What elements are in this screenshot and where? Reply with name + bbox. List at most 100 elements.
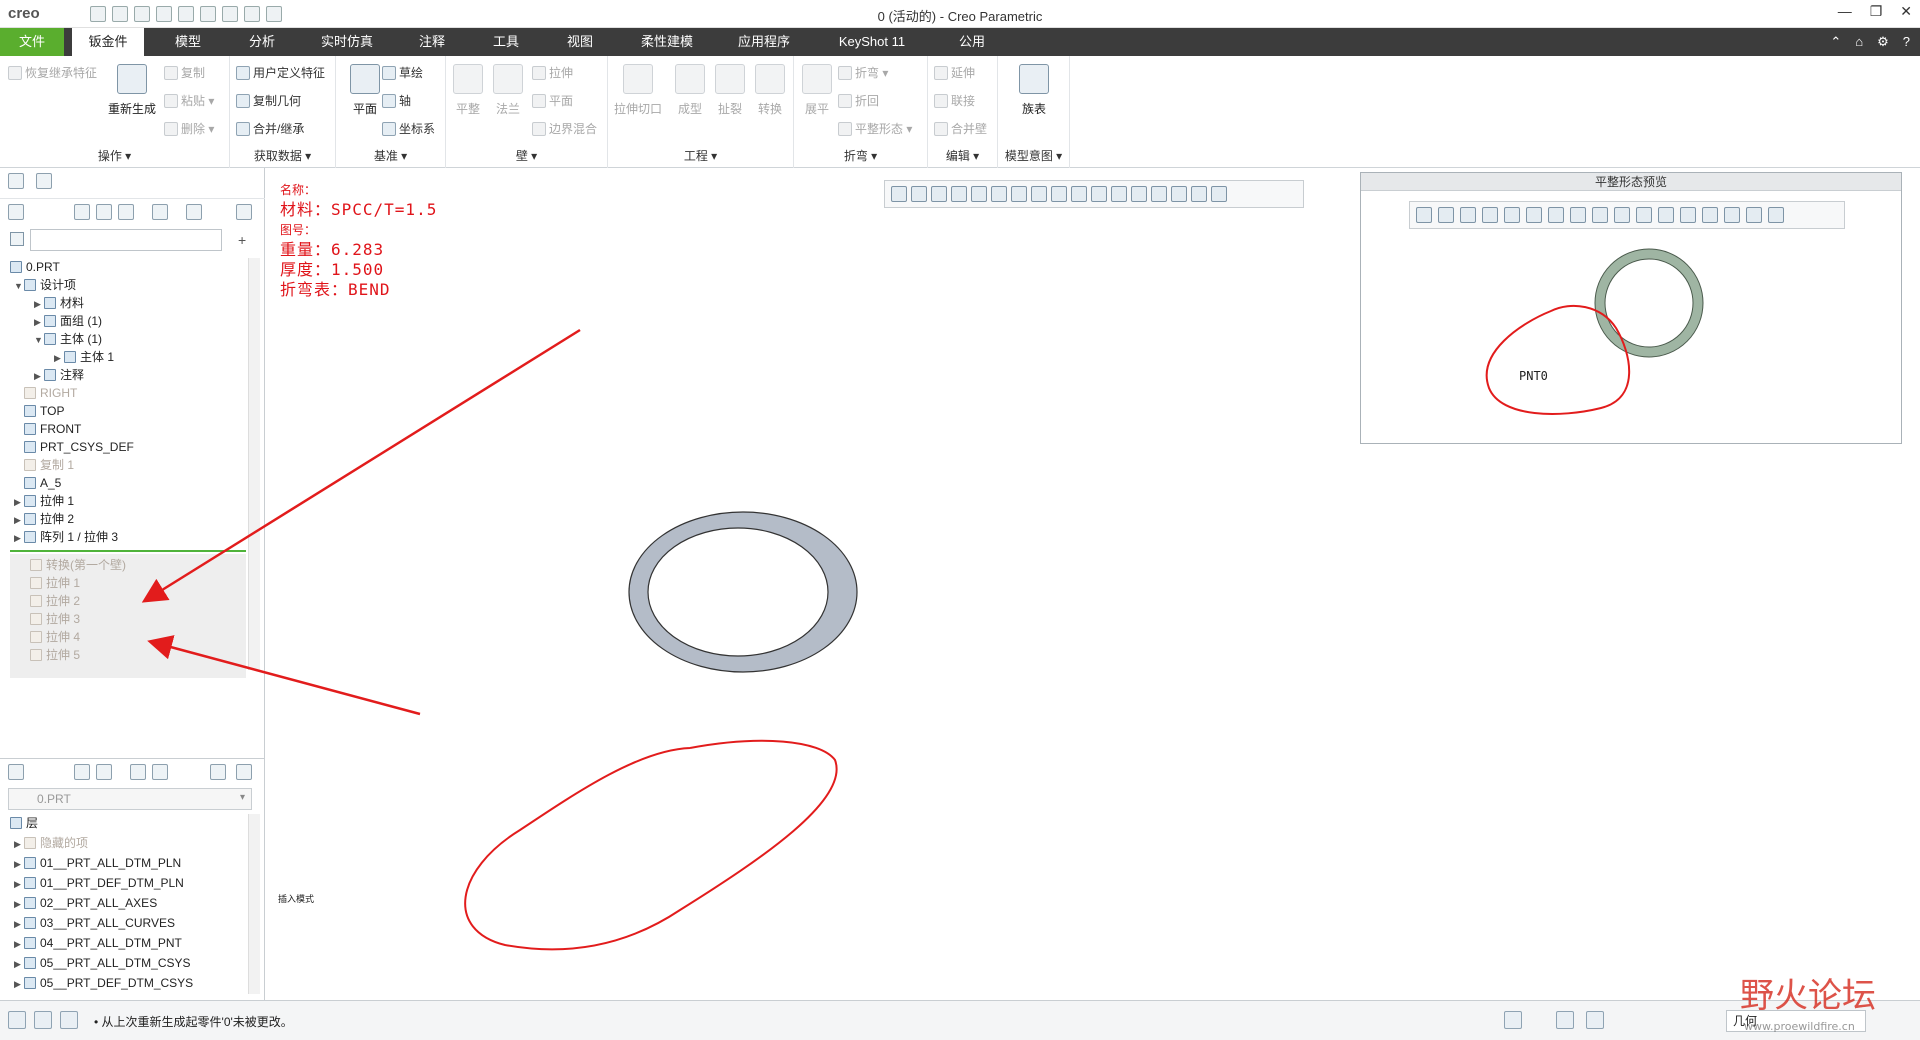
layer-show-icon[interactable] — [210, 764, 226, 780]
expand-icon[interactable]: ▶ — [14, 895, 24, 913]
tree-item-convert[interactable]: 转换(第一个壁) — [30, 556, 126, 574]
tab-common[interactable]: 公用 — [936, 28, 1008, 56]
refit-icon[interactable] — [891, 186, 907, 202]
convert-button[interactable]: 转换 — [750, 64, 790, 117]
zoom-in-icon[interactable] — [911, 186, 927, 202]
tree-filter-icon[interactable] — [74, 204, 90, 220]
layer-list-icon[interactable] — [74, 764, 90, 780]
axis-display-icon[interactable] — [1091, 186, 1107, 202]
expand-icon[interactable]: ▶ — [14, 915, 24, 933]
help-icon[interactable]: ? — [1903, 34, 1910, 50]
group-label-model-intent[interactable]: 模型意图 ▾ — [998, 147, 1069, 164]
tree-item-csys[interactable]: PRT_CSYS_DEF — [24, 438, 134, 456]
collapse-icon[interactable]: ▼ — [34, 331, 44, 349]
form-button[interactable]: 成型 — [670, 64, 710, 117]
tab-flexible-modeling[interactable]: 柔性建模 — [624, 28, 710, 56]
regen-status-icon[interactable] — [1504, 1011, 1522, 1029]
planar-wall-button[interactable]: 平整 — [448, 64, 488, 117]
display-style-icon[interactable] — [971, 186, 987, 202]
tree-item-material[interactable]: ▶ 材料 — [34, 294, 84, 312]
layer-scrollbar[interactable] — [248, 814, 260, 994]
bend-back-button[interactable]: 折回 — [838, 92, 879, 109]
tab-tools[interactable]: 工具 — [470, 28, 542, 56]
zoom-out-icon[interactable] — [931, 186, 947, 202]
copy-geometry-button[interactable]: 复制几何 — [236, 92, 301, 109]
sketch-button[interactable]: 草绘 — [382, 64, 423, 81]
add-filter-icon[interactable]: + — [238, 232, 246, 248]
settings-dropdown-icon[interactable] — [186, 204, 202, 220]
layer-item[interactable]: ▶ 04__PRT_ALL_DTM_PNT — [14, 934, 182, 952]
layer-item[interactable]: ▶ 01__PRT_DEF_DTM_PLN — [14, 874, 184, 892]
pause-icon[interactable] — [1191, 186, 1207, 202]
insert-here-line[interactable] — [10, 550, 246, 552]
tree-item-axis[interactable]: A_5 — [24, 474, 61, 492]
layer-item[interactable]: ▶ 05__PRT_DEF_DTM_CSYS — [14, 974, 193, 992]
layer-item[interactable]: ▶ 03__PRT_ALL_CURVES — [14, 914, 175, 932]
settings-icon[interactable]: ⚙ — [1877, 34, 1889, 50]
merge-walls-button[interactable]: 合并壁 — [934, 120, 987, 137]
group-label-get-data[interactable]: 获取数据 ▾ — [230, 147, 335, 164]
layers-menu-icon[interactable] — [8, 764, 24, 780]
group-label-wall[interactable]: 壁 ▾ — [446, 147, 607, 164]
tree-item-extrude-after-1[interactable]: 拉伸 1 — [30, 574, 80, 592]
close-button[interactable]: ✕ — [1900, 3, 1912, 20]
tree-root[interactable]: 0.PRT — [10, 258, 60, 276]
expand-icon[interactable]: ▶ — [34, 313, 44, 331]
flat-pattern-button[interactable]: 平整形态 ▾ — [838, 120, 912, 137]
tab-annotate[interactable]: 注释 — [396, 28, 468, 56]
layer-model-select[interactable]: 0.PRT ▾ — [8, 788, 252, 810]
group-label-edit[interactable]: 编辑 ▾ — [928, 147, 997, 164]
join-button[interactable]: 联接 — [934, 92, 975, 109]
expand-icon[interactable]: ▶ — [14, 855, 24, 873]
axis-button[interactable]: 轴 — [382, 92, 411, 109]
layer-item[interactable]: ▶ 01__PRT_ALL_DTM_PLN — [14, 854, 181, 872]
tab-applications[interactable]: 应用程序 — [716, 28, 812, 56]
delete-button[interactable]: 删除 ▾ — [164, 120, 214, 137]
tree-item-extrude-2[interactable]: ▶ 拉伸 2 — [14, 510, 74, 528]
group-label-bend[interactable]: 折弯 ▾ — [794, 147, 927, 164]
spin-center-icon[interactable] — [1151, 186, 1167, 202]
restore-inherited-button[interactable]: 恢复继承特征 — [8, 64, 97, 81]
layer-tree-icon[interactable] — [96, 764, 112, 780]
expand-icon[interactable]: ▶ — [14, 935, 24, 953]
bend-button[interactable]: 折弯 ▾ — [838, 64, 888, 81]
tree-item-pattern-1[interactable]: ▶ 阵列 1 / 拉伸 3 — [14, 528, 118, 546]
expand-icon[interactable]: ▶ — [14, 493, 24, 511]
more-icon[interactable] — [1211, 186, 1227, 202]
layer-item[interactable]: ▶ 05__PRT_ALL_DTM_CSYS — [14, 954, 191, 972]
model-tree-tab-icon[interactable] — [8, 173, 24, 189]
regenerate-button[interactable]: 重新生成 — [100, 64, 164, 117]
group-label-engineering[interactable]: 工程 ▾ — [608, 147, 793, 164]
tree-item-bodies[interactable]: ▼ 主体 (1) — [34, 330, 102, 348]
tab-model[interactable]: 模型 — [152, 28, 224, 56]
tree-item-body-1[interactable]: ▶ 主体 1 — [54, 348, 114, 366]
tab-file[interactable]: 文件 — [0, 28, 64, 56]
tree-item-design-items[interactable]: ▼ 设计项 — [14, 276, 76, 294]
merge-inherit-button[interactable]: 合并/继承 — [236, 120, 304, 137]
show-icon[interactable] — [152, 204, 168, 220]
folder-browser-tab-icon[interactable] — [36, 173, 52, 189]
csys-button[interactable]: 坐标系 — [382, 120, 435, 137]
view-manager-icon[interactable] — [1011, 186, 1027, 202]
minimize-button[interactable]: — — [1838, 3, 1852, 20]
flat-wall-button[interactable]: 平面 — [532, 92, 573, 109]
show-navigator-icon[interactable] — [8, 1011, 26, 1029]
repaint-icon[interactable] — [951, 186, 967, 202]
paste-button[interactable]: 粘贴 ▾ — [164, 92, 214, 109]
layer-active-icon[interactable] — [130, 764, 146, 780]
simulation-icon[interactable] — [1171, 186, 1187, 202]
tab-sheetmetal[interactable]: 钣金件 — [72, 28, 144, 56]
tree-item-extrude-after-4[interactable]: 拉伸 4 — [30, 628, 80, 646]
expand-icon[interactable]: ▶ — [14, 511, 24, 529]
layer-item[interactable]: ▶ 02__PRT_ALL_AXES — [14, 894, 157, 912]
group-label-operations[interactable]: 操作 ▾ — [0, 147, 229, 164]
extrude-cut-button[interactable]: 拉伸切口 — [612, 64, 664, 117]
extrude-wall-button[interactable]: 拉伸 — [532, 64, 573, 81]
tab-keyshot[interactable]: KeyShot 11 — [818, 28, 926, 56]
tree-item-extrude-after-3[interactable]: 拉伸 3 — [30, 610, 80, 628]
layer-settings-icon[interactable] — [236, 764, 252, 780]
copy-button[interactable]: 复制 — [164, 64, 205, 81]
smart-select-icon[interactable] — [1556, 1011, 1574, 1029]
point-display-icon[interactable] — [1111, 186, 1127, 202]
expand-icon[interactable]: ▶ — [14, 955, 24, 973]
